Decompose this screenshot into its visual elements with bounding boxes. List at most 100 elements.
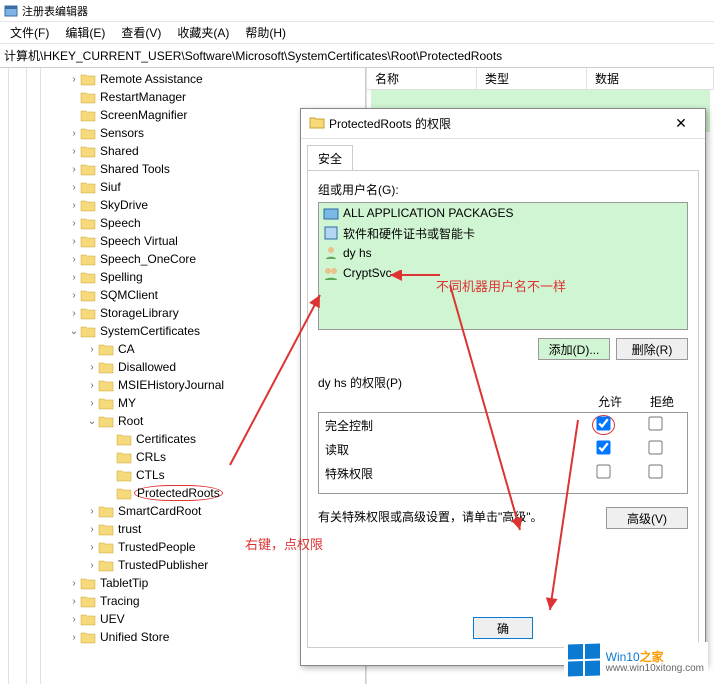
deny-header: 拒绝 <box>636 393 688 410</box>
col-type[interactable]: 类型 <box>477 68 587 89</box>
folder-icon <box>80 72 96 86</box>
tree-label: Spelling <box>98 270 145 284</box>
expander-icon[interactable]: › <box>86 397 98 409</box>
expander-icon[interactable]: › <box>68 217 80 229</box>
close-button[interactable]: ✕ <box>665 112 697 136</box>
folder-icon <box>116 468 132 482</box>
col-data[interactable]: 数据 <box>587 68 714 89</box>
menu-fav[interactable]: 收藏夹(A) <box>169 22 237 43</box>
tree-label: Speech Virtual <box>98 234 180 248</box>
expander-icon[interactable]: › <box>86 559 98 571</box>
ok-button[interactable]: 确 <box>473 617 533 639</box>
tree-label: SmartCardRoot <box>116 504 203 518</box>
folder-icon <box>116 486 132 500</box>
folder-icon <box>98 378 114 392</box>
expander-icon[interactable]: › <box>86 523 98 535</box>
expander-icon[interactable]: › <box>68 199 80 211</box>
folder-icon <box>116 432 132 446</box>
menu-help[interactable]: 帮助(H) <box>237 22 294 43</box>
remove-button[interactable]: 删除(R) <box>616 338 688 360</box>
expander-icon[interactable]: › <box>68 577 80 589</box>
tree-label: TrustedPublisher <box>116 558 210 572</box>
tab-security[interactable]: 安全 <box>307 145 353 171</box>
annotation-diff-machine: 不同机器用户名不一样 <box>436 276 566 295</box>
expander-icon[interactable]: › <box>86 361 98 373</box>
folder-icon <box>80 270 96 284</box>
expander-icon[interactable] <box>104 469 116 481</box>
folder-icon <box>80 198 96 212</box>
tree-label: SkyDrive <box>98 198 150 212</box>
folder-icon <box>80 216 96 230</box>
expander-icon[interactable] <box>104 451 116 463</box>
menu-edit[interactable]: 编辑(E) <box>57 22 113 43</box>
principal-row[interactable]: dy hs <box>319 243 687 263</box>
allow-header: 允许 <box>584 393 636 410</box>
tree-label: CRLs <box>134 450 168 464</box>
expander-icon[interactable]: › <box>68 127 80 139</box>
deny-checkbox[interactable] <box>648 416 662 430</box>
expander-icon[interactable] <box>68 109 80 121</box>
folder-icon <box>80 630 96 644</box>
principal-row[interactable]: ALL APPLICATION PACKAGES <box>319 203 687 223</box>
menubar: 文件(F) 编辑(E) 查看(V) 收藏夹(A) 帮助(H) <box>0 22 714 44</box>
tree-label: MY <box>116 396 138 410</box>
expander-icon[interactable]: › <box>68 307 80 319</box>
tree-label: TabletTip <box>98 576 150 590</box>
tree-label: RestartManager <box>98 90 188 104</box>
expander-icon[interactable]: › <box>68 181 80 193</box>
principal-row[interactable]: 软件和硬件证书或智能卡 <box>319 223 687 243</box>
expander-icon[interactable]: › <box>68 631 80 643</box>
folder-icon <box>116 450 132 464</box>
expander-icon[interactable]: › <box>68 163 80 175</box>
folder-icon <box>80 324 96 338</box>
deny-checkbox[interactable] <box>648 464 662 478</box>
expander-icon[interactable]: › <box>68 271 80 283</box>
deny-checkbox[interactable] <box>648 440 662 454</box>
expander-icon[interactable]: › <box>68 235 80 247</box>
tree-item[interactable]: RestartManager <box>0 88 365 106</box>
expander-icon[interactable]: › <box>68 253 80 265</box>
windows-logo-icon <box>568 643 600 676</box>
col-name[interactable]: 名称 <box>367 68 477 89</box>
tree-label: Disallowed <box>116 360 178 374</box>
groups-label: 组或用户名(G): <box>318 181 688 198</box>
folder-icon <box>80 288 96 302</box>
menu-file[interactable]: 文件(F) <box>2 22 57 43</box>
dialog-titlebar[interactable]: ProtectedRoots 的权限 ✕ <box>301 109 705 139</box>
expander-icon[interactable]: › <box>68 73 80 85</box>
annotation-rightclick: 右键，点权限 <box>245 534 323 553</box>
expander-icon[interactable]: ⌄ <box>68 325 80 337</box>
folder-icon <box>80 126 96 140</box>
folder-icon <box>80 90 96 104</box>
expander-icon[interactable]: › <box>68 595 80 607</box>
expander-icon[interactable] <box>104 433 116 445</box>
folder-icon <box>98 504 114 518</box>
expander-icon[interactable]: › <box>86 541 98 553</box>
tree-label: StorageLibrary <box>98 306 181 320</box>
expander-icon[interactable]: › <box>68 145 80 157</box>
tree-label: Shared Tools <box>98 162 172 176</box>
menu-view[interactable]: 查看(V) <box>113 22 169 43</box>
address-bar[interactable]: 计算机\HKEY_CURRENT_USER\Software\Microsoft… <box>0 44 714 68</box>
expander-icon[interactable]: › <box>86 505 98 517</box>
expander-icon[interactable]: › <box>68 289 80 301</box>
principal-icon <box>323 245 339 261</box>
tree-label: Unified Store <box>98 630 171 644</box>
tree-label: Root <box>116 414 145 428</box>
expander-icon[interactable]: ⌄ <box>86 415 98 427</box>
folder-icon <box>98 540 114 554</box>
tree-label: Speech_OneCore <box>98 252 198 266</box>
expander-icon[interactable] <box>104 487 116 499</box>
tree-label: Remote Assistance <box>98 72 205 86</box>
expander-icon[interactable] <box>68 91 80 103</box>
tree-item[interactable]: › Remote Assistance <box>0 70 365 88</box>
expander-icon[interactable]: › <box>86 379 98 391</box>
folder-icon <box>98 522 114 536</box>
dialog-title: ProtectedRoots 的权限 <box>329 115 665 132</box>
expander-icon[interactable]: › <box>68 613 80 625</box>
expander-icon[interactable]: › <box>86 343 98 355</box>
titlebar: 注册表编辑器 <box>0 0 714 22</box>
principal-name: 软件和硬件证书或智能卡 <box>343 225 475 242</box>
folder-icon <box>80 594 96 608</box>
tree-label: Siuf <box>98 180 123 194</box>
